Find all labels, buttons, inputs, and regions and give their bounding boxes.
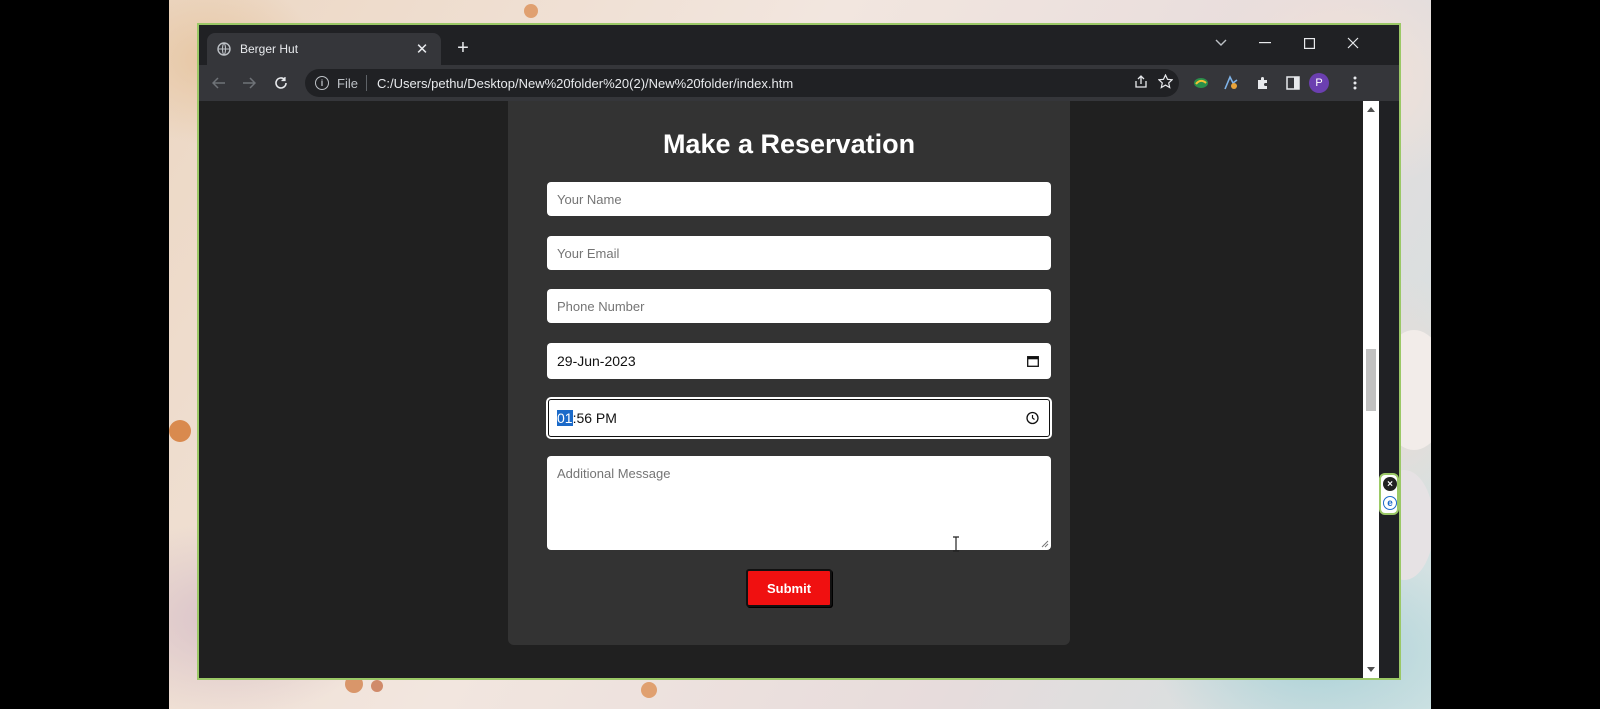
omnibox-divider bbox=[365, 75, 367, 91]
name-input[interactable]: Your Name bbox=[547, 182, 1051, 216]
close-tab-icon[interactable]: ✕ bbox=[413, 40, 431, 58]
tab-search-icon[interactable] bbox=[1207, 31, 1235, 55]
date-input[interactable]: 29-Jun-2023 bbox=[547, 343, 1051, 379]
browser-toolbar: i File C:/Users/pethu/Desktop/New%20fold… bbox=[199, 65, 1399, 101]
reload-icon[interactable] bbox=[269, 71, 293, 95]
submit-button[interactable]: Submit bbox=[746, 569, 832, 607]
side-widget[interactable]: × e bbox=[1379, 473, 1399, 515]
calendar-icon[interactable] bbox=[1027, 355, 1039, 367]
time-minute-ampm: :56 PM bbox=[572, 410, 617, 426]
bookmark-star-icon[interactable] bbox=[1157, 73, 1174, 92]
email-input[interactable]: Your Email bbox=[547, 236, 1051, 270]
text-cursor-icon bbox=[953, 536, 959, 552]
tab-title: Berger Hut bbox=[240, 42, 299, 56]
url-text[interactable]: C:/Users/pethu/Desktop/New%20folder%20(2… bbox=[377, 76, 793, 91]
phone-placeholder: Phone Number bbox=[557, 298, 645, 314]
tab-berger-hut[interactable]: Berger Hut ✕ bbox=[207, 33, 441, 65]
profile-avatar[interactable]: P bbox=[1309, 73, 1329, 93]
tab-strip: Berger Hut ✕ + bbox=[199, 25, 1399, 65]
name-placeholder: Your Name bbox=[557, 191, 622, 207]
message-placeholder: Additional Message bbox=[557, 466, 671, 481]
globe-icon bbox=[217, 42, 231, 56]
wallpaper-bubble bbox=[371, 680, 383, 692]
scroll-up-icon[interactable] bbox=[1367, 107, 1375, 112]
widget-close-icon[interactable]: × bbox=[1383, 477, 1397, 491]
scheme-label: File bbox=[337, 75, 358, 91]
time-value: 01:56 PM bbox=[557, 410, 617, 426]
extension-icon-1[interactable] bbox=[1189, 71, 1213, 95]
maximize-button[interactable] bbox=[1295, 31, 1323, 55]
scrollbar-thumb[interactable] bbox=[1366, 349, 1376, 411]
phone-input[interactable]: Phone Number bbox=[547, 289, 1051, 323]
wallpaper-bubble bbox=[641, 682, 657, 698]
email-placeholder: Your Email bbox=[557, 245, 620, 261]
address-bar[interactable]: i File C:/Users/pethu/Desktop/New%20fold… bbox=[305, 69, 1179, 97]
site-info-icon[interactable]: i bbox=[315, 76, 329, 90]
extension-icon-2[interactable] bbox=[1219, 71, 1243, 95]
time-hour-segment[interactable]: 01 bbox=[557, 410, 573, 426]
wallpaper-bubble bbox=[169, 420, 191, 442]
message-textarea[interactable]: Additional Message bbox=[547, 456, 1051, 550]
share-icon[interactable] bbox=[1134, 74, 1148, 92]
page-scrollbar[interactable] bbox=[1363, 101, 1379, 678]
back-icon[interactable] bbox=[207, 71, 231, 95]
screen: Berger Hut ✕ + i File C:/Users/pethu/Des… bbox=[0, 0, 1600, 709]
forward-icon[interactable] bbox=[237, 71, 261, 95]
scroll-down-icon[interactable] bbox=[1367, 667, 1375, 672]
close-window-button[interactable] bbox=[1339, 31, 1367, 55]
side-panel-icon[interactable] bbox=[1281, 71, 1305, 95]
minimize-button[interactable] bbox=[1251, 31, 1279, 55]
resize-handle-icon[interactable] bbox=[1041, 540, 1049, 548]
new-tab-button[interactable]: + bbox=[452, 37, 474, 59]
date-value: 29-Jun-2023 bbox=[557, 353, 636, 369]
extensions-puzzle-icon[interactable] bbox=[1251, 71, 1275, 95]
clock-icon[interactable] bbox=[1026, 411, 1039, 425]
menu-kebab-icon[interactable] bbox=[1343, 71, 1367, 95]
time-input[interactable]: 01:56 PM bbox=[546, 397, 1052, 439]
browser-window: Berger Hut ✕ + i File C:/Users/pethu/Des… bbox=[197, 23, 1401, 680]
reservation-card: Make a Reservation Your Name Your Email … bbox=[508, 101, 1070, 645]
widget-e-icon[interactable]: e bbox=[1383, 496, 1397, 510]
page-title: Make a Reservation bbox=[662, 129, 916, 159]
page-viewport: Make a Reservation Your Name Your Email … bbox=[199, 101, 1363, 678]
wallpaper-bubble bbox=[524, 4, 538, 18]
